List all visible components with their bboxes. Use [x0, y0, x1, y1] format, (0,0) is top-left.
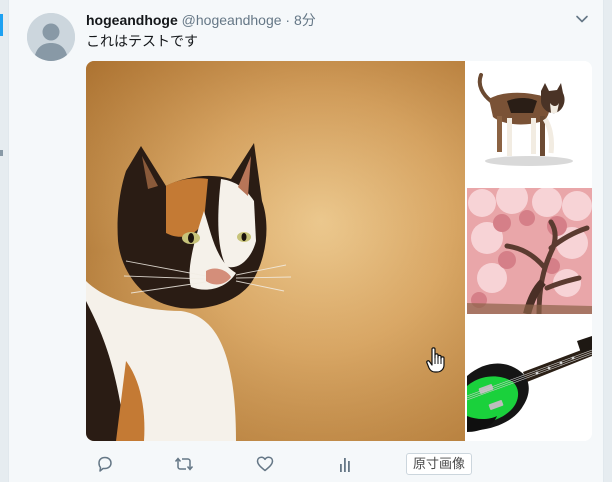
heart-icon[interactable]	[256, 452, 278, 476]
display-name[interactable]: hogeandhoge	[86, 12, 178, 28]
retweet-icon[interactable]	[174, 452, 196, 476]
reply-icon[interactable]	[96, 452, 118, 476]
default-avatar-icon	[27, 13, 75, 61]
tweet-text: これはテストです	[86, 33, 198, 49]
photo-calico-cat-portrait[interactable]	[86, 61, 465, 441]
avatar[interactable]	[27, 13, 75, 61]
tweet-card[interactable]: hogeandhoge @hogeandhoge · 8分 これはテストです 原…	[8, 0, 604, 482]
separator-dot: ·	[285, 12, 291, 28]
nav-marker	[0, 150, 3, 156]
hand-pointer-cursor	[426, 347, 446, 373]
analytics-icon[interactable]	[338, 452, 360, 476]
chevron-down-icon[interactable]	[575, 12, 589, 26]
tweet-header: hogeandhoge @hogeandhoge · 8分	[86, 11, 316, 29]
nav-accent-bar	[0, 14, 3, 36]
media-grid	[86, 61, 592, 441]
photo-green-electric-guitar[interactable]	[466, 316, 592, 441]
timestamp[interactable]: 8分	[294, 12, 316, 28]
tweet-actions: 原寸画像	[86, 452, 586, 476]
user-handle[interactable]: @hogeandhoge	[182, 12, 282, 28]
photo-calico-cat-walking[interactable]	[467, 61, 592, 186]
photo-cherry-blossom-tree[interactable]	[467, 182, 592, 317]
original-image-button[interactable]: 原寸画像	[406, 453, 473, 475]
